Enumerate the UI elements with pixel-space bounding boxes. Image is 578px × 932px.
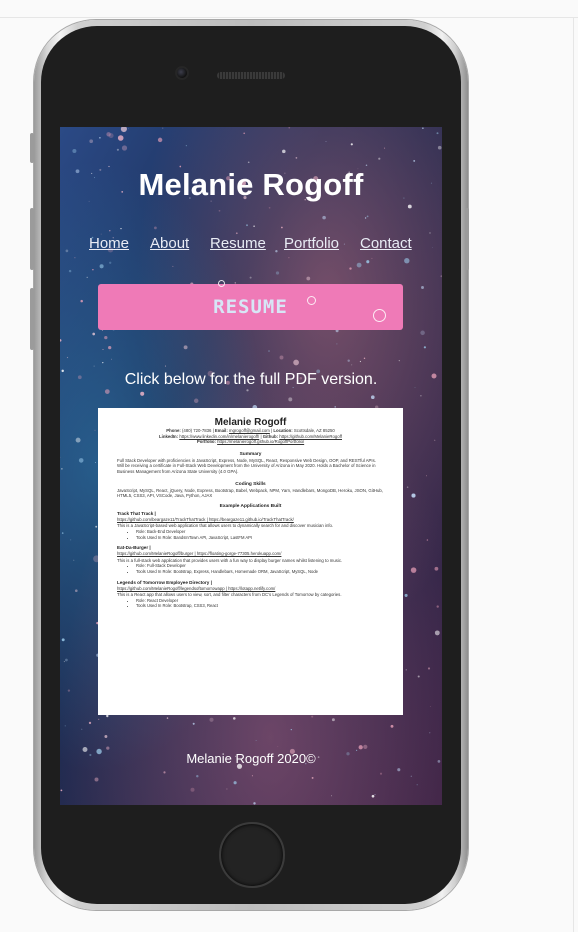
phone-camera	[177, 68, 187, 78]
resume-name: Melanie Rogoff	[214, 417, 287, 428]
bubble-decoration	[307, 296, 316, 305]
resume-phone: (480) 720-7836	[182, 428, 212, 433]
nav-resume-link[interactable]: Resume	[210, 235, 266, 252]
resume-skills-heading: Coding Skills	[235, 481, 266, 487]
phone-home-button	[219, 822, 285, 888]
resume-summary-heading: Summary	[239, 451, 262, 457]
resume-skills: JavaScript, MySQL, React, jQuery, Node, …	[117, 487, 383, 499]
phone-screen: Melanie Rogoff Home About Resume Portfol…	[60, 127, 442, 805]
nav-portfolio-link[interactable]: Portfolio	[284, 235, 339, 252]
resume-app-bullet: Tools Used In Role: Bootstrap, CSS3, Rea…	[136, 603, 403, 609]
resume-app-name: Track That Track |	[117, 510, 156, 516]
resume-preview-link[interactable]: Melanie Rogoff Phone: (480) 720-7836 | E…	[98, 408, 403, 715]
resume-email: mgrogoff@gmail.com	[229, 428, 270, 433]
resume-portfolio-label: Portfolio:	[196, 439, 216, 445]
bubble-decoration	[218, 280, 225, 287]
resume-portfolio-url: https://melanierogoff.github.io/RogoffPo…	[217, 439, 305, 445]
resume-phone-label: Phone:	[166, 428, 181, 433]
resume-location: Scottsdale, AZ 85250	[293, 428, 335, 433]
resume-location-label: Location:	[273, 428, 293, 433]
phone-speaker	[217, 72, 285, 79]
resume-app-name: Legends of Tomorrow Employee Directory |	[117, 579, 212, 585]
site-footer: Melanie Rogoff 2020©	[186, 751, 316, 766]
resume-linkedin: https://www.linkedin.com/in/melanierogof…	[179, 433, 260, 439]
phone-mute-switch	[30, 133, 34, 163]
bubble-decoration	[373, 309, 386, 322]
resume-app-links: https://github.com/beargaze11/TrackThatT…	[117, 516, 294, 522]
nav-home-link[interactable]: Home	[89, 235, 129, 252]
resume-summary: Full Stack Developer with proficiencies …	[117, 457, 376, 474]
nav-contact-link[interactable]: Contact	[360, 235, 412, 252]
resume-banner-label: RESUME	[213, 296, 288, 318]
page-top-border	[0, 17, 578, 18]
resume-apps-heading: Example Applications Built	[219, 503, 282, 509]
phone-volume-down-button	[30, 288, 34, 350]
resume-app-item: Legends of Tomorrow Employee Directory |…	[98, 580, 403, 609]
resume-app-name: Eat-Da-Burger |	[117, 545, 151, 551]
resume-app-links: https://github.com/MelanieRogoff/burger …	[117, 551, 282, 557]
resume-github-label: Github:	[262, 433, 279, 439]
resume-email-label: Email:	[214, 428, 228, 433]
resume-banner: RESUME	[98, 284, 403, 330]
resume-app-bullet: Tools Used In Role: BandsInTown API, Jav…	[136, 535, 403, 541]
phone-power-button	[465, 208, 469, 270]
resume-app-links: https://github.com/MelanieRogoff/legends…	[117, 585, 276, 591]
page-right-border	[573, 18, 574, 932]
resume-github: https://github.com/MelanieRogoff	[279, 433, 342, 439]
site-title: Melanie Rogoff	[138, 167, 364, 202]
phone-volume-up-button	[30, 208, 34, 270]
resume-portfolio-line: Portfolio: https://melanierogoff.github.…	[98, 439, 403, 445]
resume-app-bullet: Tools Used In Role: Bootstrap, Express, …	[136, 569, 403, 575]
resume-app-item: Eat-Da-Burger | https://github.com/Melan…	[98, 545, 403, 574]
resume-app-item: Track That Track | https://github.com/be…	[98, 511, 403, 540]
resume-linkedin-label: LinkedIn:	[159, 433, 179, 439]
nav-about-link[interactable]: About	[150, 235, 189, 252]
pdf-note: Click below for the full PDF version.	[124, 371, 378, 388]
